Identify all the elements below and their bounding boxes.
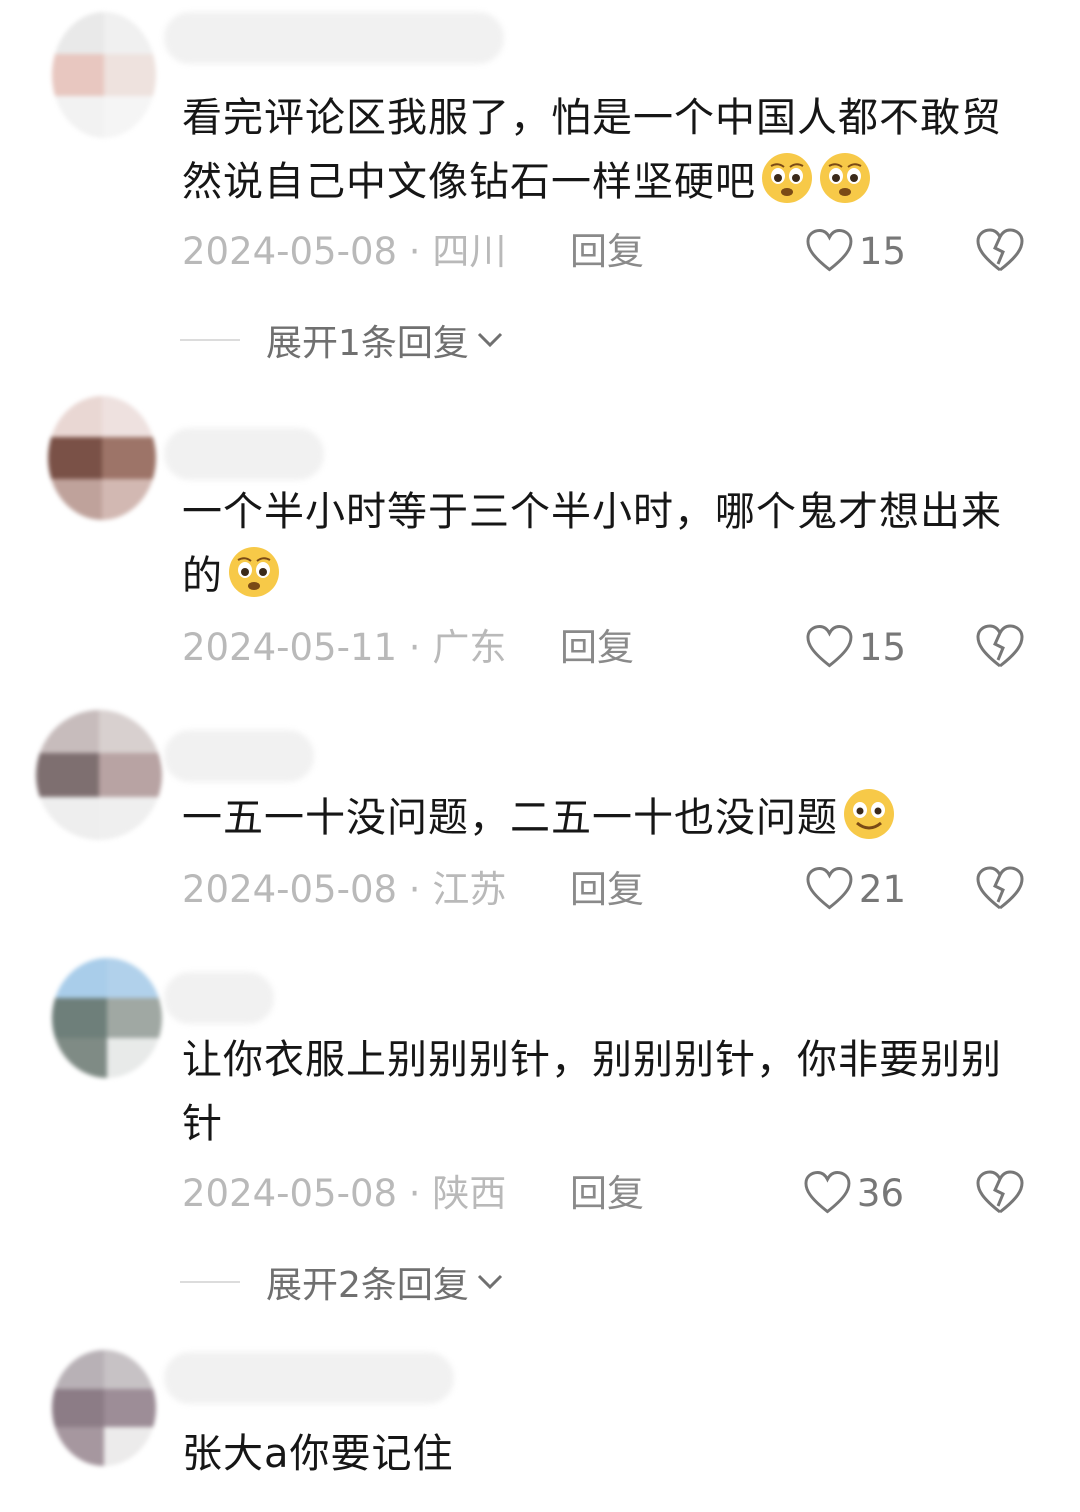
broken-heart-icon[interactable] [976,624,1024,670]
comment-meta: 2024-05-08 · 四川 [182,230,507,273]
divider [180,339,240,341]
username-redacted[interactable] [164,428,324,480]
comment-text: 让你衣服上别别别针，别别别针，你非要别别针 [182,1037,1002,1147]
comment-text: 一个半小时等于三个半小时，哪个鬼才想出来的 [182,489,1002,599]
comment-date: 2024-05-08 [182,230,398,273]
expand-replies-label: 展开1条回复 [266,323,469,364]
expand-replies-label: 展开2条回复 [266,1265,469,1306]
reply-button[interactable]: 回复 [570,868,644,912]
like-button[interactable]: 21 [806,864,906,914]
heart-icon [806,625,853,668]
like-count: 15 [858,625,906,669]
comment-region: 陕西 [432,1172,507,1215]
comment-meta: 2024-05-08 · 江苏 [182,868,507,911]
like-button[interactable]: 36 [804,1168,904,1218]
divider [180,1281,240,1283]
comment-region: 四川 [432,230,507,273]
expand-replies-button[interactable]: 展开1条回复 [180,318,505,364]
like-count: 36 [856,1171,904,1215]
avatar[interactable] [48,396,156,520]
like-count: 15 [858,229,906,273]
comment-meta: 2024-05-08 · 陕西 [182,1172,507,1215]
comment-date: 2024-05-08 [182,868,398,911]
expand-replies-button[interactable]: 展开2条回复 [180,1260,505,1306]
chevron-down-icon [477,332,502,348]
smiling-face-icon [844,789,894,839]
pleading-face-icon [820,153,870,203]
like-button[interactable]: 15 [806,622,906,672]
username-redacted[interactable] [164,972,274,1024]
avatar[interactable] [52,1350,156,1466]
like-count: 21 [858,867,906,911]
username-redacted[interactable] [164,12,504,64]
pleading-face-icon [762,153,812,203]
reply-button[interactable]: 回复 [570,230,644,274]
comment-text: 看完评论区我服了，怕是一个中国人都不敢贸然说自己中文像钻石一样坚硬吧 [182,95,1002,205]
avatar[interactable] [36,710,162,840]
username-redacted[interactable] [164,730,314,782]
chevron-down-icon [477,1274,502,1290]
comment-region: 广东 [432,626,507,669]
like-button[interactable]: 15 [806,226,906,276]
comment-text: 张大a你要记住 [182,1431,454,1477]
broken-heart-icon[interactable] [976,228,1024,274]
heart-icon [804,1171,851,1214]
comment-date: 2024-05-11 [182,626,398,669]
comment-text: 一五一十没问题，二五一十也没问题 [182,786,1042,850]
comment-meta: 2024-05-11 · 广东 [182,626,507,669]
broken-heart-icon[interactable] [976,1170,1024,1216]
heart-icon [806,229,853,272]
avatar[interactable] [52,12,156,138]
pleading-face-icon [229,547,279,597]
broken-heart-icon[interactable] [976,866,1024,912]
reply-button[interactable]: 回复 [570,1172,644,1216]
avatar[interactable] [52,958,162,1078]
comment-date: 2024-05-08 [182,1172,398,1215]
reply-button[interactable]: 回复 [560,626,634,670]
comment-region: 江苏 [432,868,507,911]
username-redacted[interactable] [164,1352,454,1404]
heart-icon [806,867,853,910]
